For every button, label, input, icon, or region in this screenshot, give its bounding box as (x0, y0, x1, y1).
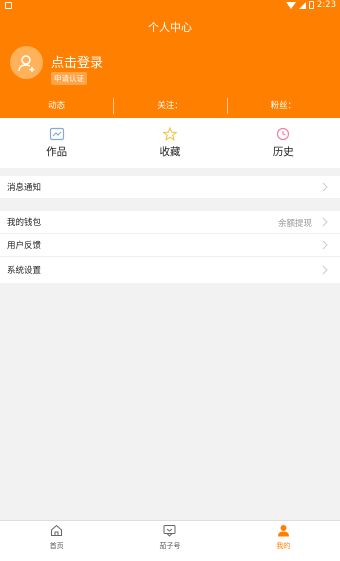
quick-actions: 作品 收藏 历史 (0, 118, 340, 168)
notifications-label: 消息通知 (7, 183, 42, 193)
feedback-label: 用户反馈 (7, 241, 42, 251)
works-icon (49, 127, 64, 141)
message-icon (163, 525, 176, 537)
status-time: 2:23 (316, 0, 336, 10)
chevron-right-icon (322, 217, 328, 227)
settings-item[interactable]: 系统设置 (0, 257, 340, 283)
stat-posts[interactable]: 动态 (0, 97, 113, 115)
tab-mine-label: 我的 (276, 542, 291, 550)
star-icon (162, 127, 178, 141)
home-icon (51, 524, 63, 536)
notification-icon (5, 2, 12, 9)
tab-qiezi-label: 茄子号 (159, 542, 181, 550)
chevron-right-icon (322, 182, 328, 192)
works-button[interactable]: 作品 (0, 118, 113, 168)
status-bar: 2:23 (0, 0, 340, 12)
withdraw-label: 余额提现 (277, 219, 312, 229)
tab-home[interactable]: 首页 (0, 521, 113, 561)
wallet-item[interactable]: 我的钱包 余额提现 (0, 211, 340, 233)
tab-qiezi[interactable]: 茄子号 (113, 521, 226, 561)
signal-icon (298, 1, 306, 9)
chevron-right-icon (322, 265, 328, 275)
stat-followers[interactable]: 粉丝： (226, 97, 340, 115)
history-button[interactable]: 历史 (227, 118, 340, 168)
chevron-right-icon (322, 240, 328, 250)
wifi-icon (285, 1, 296, 9)
clock-icon (277, 127, 290, 141)
user-icon (277, 525, 289, 537)
notifications-item[interactable]: 消息通知 (0, 176, 340, 198)
verify-badge[interactable]: 申请认证 (51, 72, 87, 85)
page-title: 个人中心 (148, 21, 192, 34)
stats-row: 动态 关注： 粉丝： (0, 97, 340, 115)
favorites-label: 收藏 (159, 146, 181, 158)
tab-home-label: 首页 (49, 542, 64, 550)
profile-header: 2:23 个人中心 点击登录 申请认证 动态 关注： 粉丝： (0, 0, 340, 118)
tab-mine[interactable]: 我的 (227, 521, 340, 561)
settings-label: 系统设置 (7, 266, 42, 276)
login-button[interactable]: 点击登录 (51, 52, 103, 71)
avatar[interactable] (10, 46, 43, 79)
battery-icon (308, 1, 314, 9)
stat-following[interactable]: 关注： (113, 97, 226, 115)
works-label: 作品 (46, 146, 68, 158)
bottom-tab-bar: 首页 茄子号 我的 (0, 520, 340, 561)
wallet-label: 我的钱包 (7, 218, 42, 228)
status-indicators: 2:23 (285, 0, 336, 10)
feedback-item[interactable]: 用户反馈 (0, 234, 340, 256)
history-label: 历史 (272, 146, 294, 158)
user-add-icon (17, 54, 34, 72)
favorites-button[interactable]: 收藏 (113, 118, 226, 168)
